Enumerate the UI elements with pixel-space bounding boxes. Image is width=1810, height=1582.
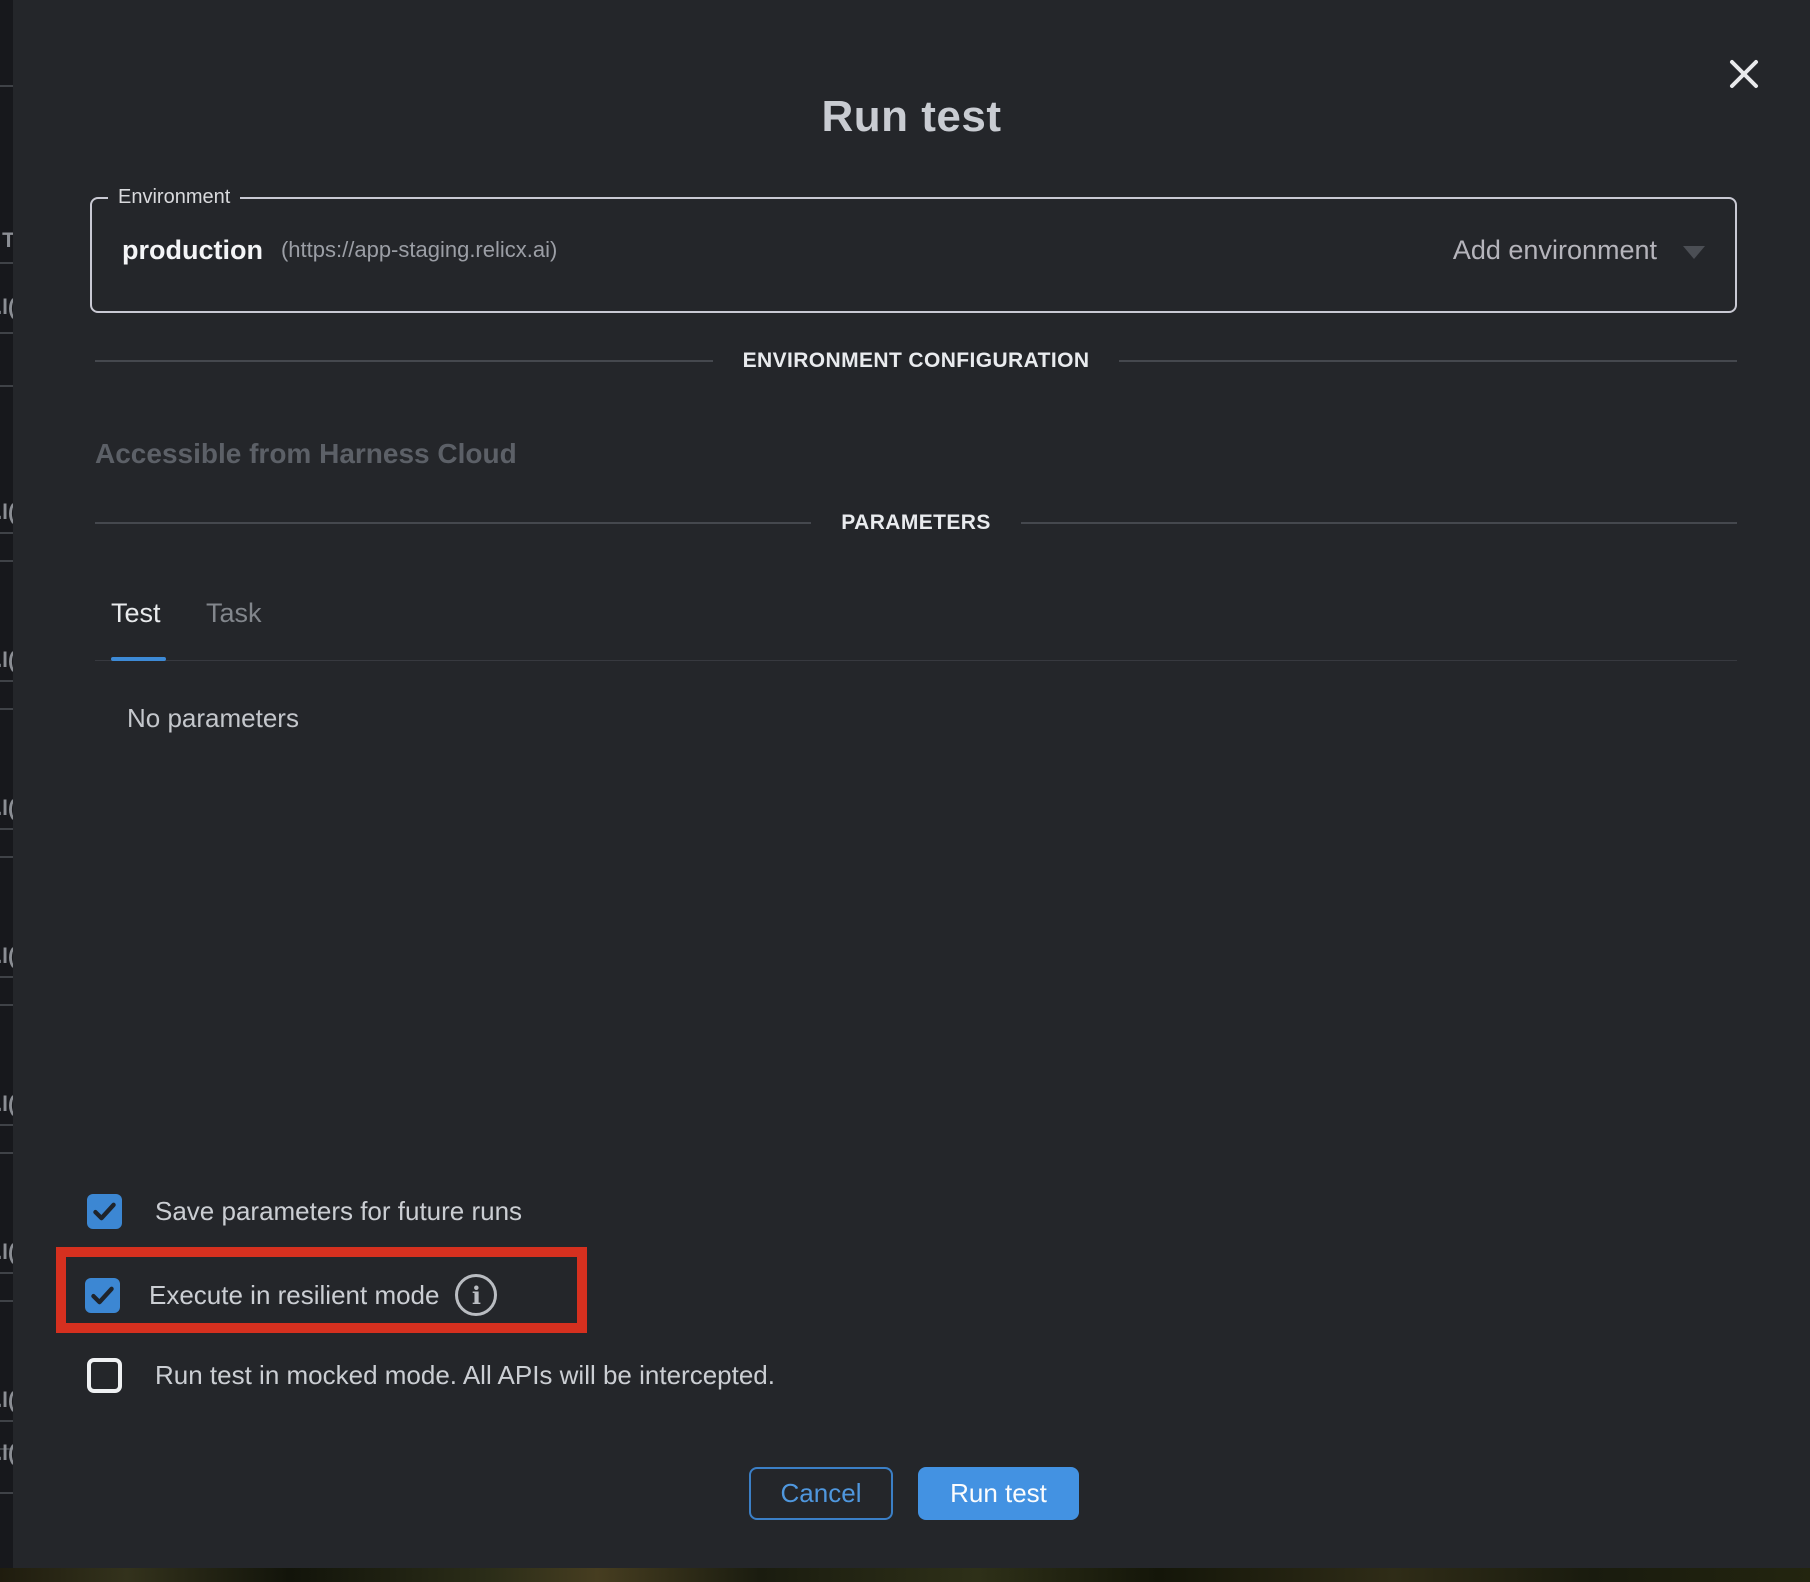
environment-field-label: Environment [108,186,240,209]
environment-url: (https://app-staging.relicx.ai) [281,237,557,263]
background-text-fragment: .l( [0,1092,13,1118]
background-page-bottom-strip [0,1568,1810,1582]
option-save-parameters: Save parameters for future runs [87,1194,522,1229]
background-divider-line [0,1124,13,1126]
environment-configuration-title: ENVIRONMENT CONFIGURATION [743,349,1090,373]
option-resilient-mode: Execute in resilient mode i [85,1274,497,1316]
cancel-button[interactable]: Cancel [749,1467,893,1520]
background-divider-line [0,85,13,87]
environment-configuration-divider: ENVIRONMENT CONFIGURATION [95,348,1737,374]
divider-line [1119,360,1737,362]
option-mocked-mode: Run test in mocked mode. All APIs will b… [87,1358,775,1393]
resilient-mode-checkbox[interactable] [85,1278,120,1313]
divider-line [95,522,811,524]
background-text-fragment: .l( [0,944,13,970]
background-divider-line [0,1152,13,1154]
no-parameters-text: No parameters [127,703,299,734]
save-parameters-label: Save parameters for future runs [155,1196,522,1227]
parameters-title: PARAMETERS [841,511,990,535]
background-divider-line [0,1420,13,1422]
close-icon [1727,57,1761,96]
background-divider-line [0,976,13,978]
info-icon[interactable]: i [455,1274,497,1316]
active-tab-underline [111,657,166,661]
background-divider-line [0,1300,13,1302]
screen: T .l( .l( .l( .l( .l( .l( .l( .l( .l( Run test En… [0,0,1810,1582]
background-divider-line [0,680,13,682]
environment-access-text: Accessible from Harness Cloud [95,438,517,470]
background-divider-line [0,385,13,387]
background-text-fragment: .l( [0,500,13,526]
divider-line [1021,522,1737,524]
environment-row: production (https://app-staging.relicx.a… [92,209,1735,291]
tab-test[interactable]: Test [111,598,161,629]
tab-task[interactable]: Task [206,598,262,629]
background-text-fragment: .l( [0,295,13,321]
tabs-baseline [95,660,1737,661]
environment-field: Environment production (https://app-stag… [90,186,1737,313]
background-text-fragment: .l( [0,1388,13,1414]
divider-line [95,360,713,362]
background-divider-line [0,332,13,334]
resilient-mode-label: Execute in resilient mode [149,1280,439,1311]
add-environment-button[interactable]: Add environment [1453,235,1705,266]
parameters-divider: PARAMETERS [95,510,1737,536]
background-text-fragment: .l( [0,1240,13,1266]
mocked-mode-label: Run test in mocked mode. All APIs will b… [155,1360,775,1391]
background-divider-line [0,708,13,710]
background-divider-line [0,1272,13,1274]
background-text-fragment: .l( [0,648,13,674]
chevron-down-icon [1683,246,1705,259]
run-test-modal: Run test Environment production (https:/… [13,0,1810,1568]
background-divider-line [0,828,13,830]
background-divider-line [0,532,13,534]
background-text-fragment: T [0,228,13,254]
background-divider-line [0,856,13,858]
background-text-fragment: .l( [0,1441,13,1467]
add-environment-label: Add environment [1453,235,1657,266]
background-page-left-sliver: T .l( .l( .l( .l( .l( .l( .l( .l( .l( [0,0,13,1568]
save-parameters-checkbox[interactable] [87,1194,122,1229]
mocked-mode-checkbox[interactable] [87,1358,122,1393]
background-divider-line [0,262,13,264]
environment-name: production [122,235,263,266]
background-text-fragment: .l( [0,796,13,822]
run-test-button[interactable]: Run test [918,1467,1079,1520]
background-divider-line [0,560,13,562]
background-divider-line [0,1004,13,1006]
modal-title: Run test [13,92,1810,142]
background-divider-line [0,1492,13,1494]
